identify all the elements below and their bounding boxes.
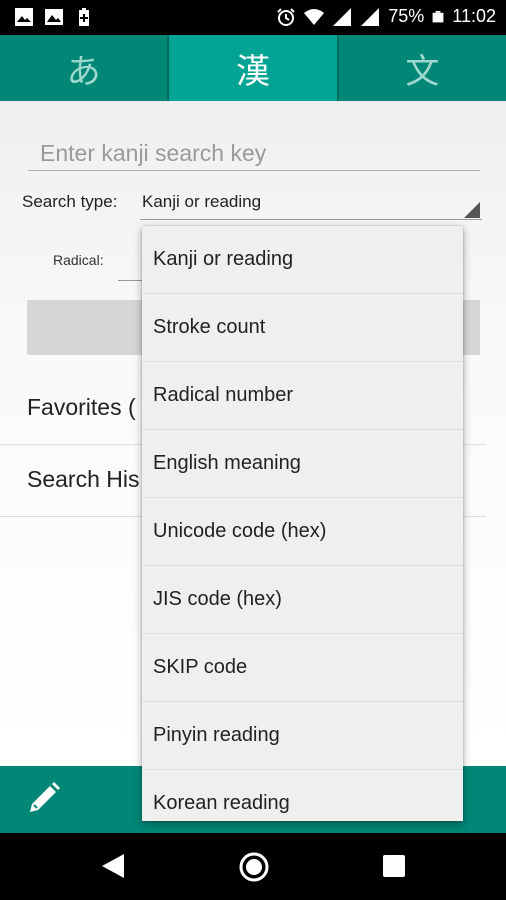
dropdown-option[interactable]: Unicode code (hex) bbox=[142, 498, 463, 566]
tab-bar: あ 漢 文 bbox=[0, 35, 506, 101]
wifi-icon bbox=[304, 8, 325, 25]
favorites-label: Favorites ( bbox=[27, 394, 136, 420]
status-bar: 75% 11:02 bbox=[0, 0, 506, 35]
spinner-underline bbox=[140, 219, 482, 220]
recent-apps-icon[interactable] bbox=[383, 855, 405, 877]
clock: 11:02 bbox=[452, 6, 496, 26]
photo-icon bbox=[15, 8, 33, 26]
dropdown-option[interactable]: Stroke count bbox=[142, 294, 463, 362]
radical-label: Radical: bbox=[53, 252, 104, 268]
search-history-label: Search His bbox=[27, 466, 140, 492]
dropdown-option[interactable]: Radical number bbox=[142, 362, 463, 430]
alarm-icon bbox=[277, 7, 295, 26]
dropdown-option[interactable]: SKIP code bbox=[142, 634, 463, 702]
signal-icon bbox=[333, 7, 352, 26]
back-icon[interactable] bbox=[100, 852, 126, 880]
battery-saver-icon bbox=[79, 8, 89, 26]
battery-percent: 75% bbox=[388, 6, 425, 26]
search-underline bbox=[28, 170, 480, 171]
radical-field[interactable] bbox=[118, 280, 142, 281]
signal-icon bbox=[361, 7, 380, 26]
search-type-dropdown: Kanji or reading Stroke count Radical nu… bbox=[142, 226, 463, 821]
battery-icon bbox=[432, 10, 444, 22]
dropdown-arrow-icon bbox=[464, 202, 480, 218]
tab-hiragana[interactable]: あ bbox=[0, 35, 167, 101]
tab-kanji[interactable]: 漢 bbox=[167, 35, 337, 101]
search-type-label: Search type: bbox=[22, 192, 118, 211]
search-type-spinner[interactable]: Kanji or reading bbox=[140, 188, 482, 220]
tab-sentence[interactable]: 文 bbox=[336, 35, 506, 101]
pencil-icon[interactable] bbox=[26, 780, 62, 816]
dropdown-option[interactable]: English meaning bbox=[142, 430, 463, 498]
search-type-value: Kanji or reading bbox=[142, 192, 262, 211]
dropdown-option[interactable]: Pinyin reading bbox=[142, 702, 463, 770]
dropdown-option[interactable]: Kanji or reading bbox=[142, 226, 463, 294]
image-icon bbox=[45, 9, 63, 25]
home-icon[interactable] bbox=[238, 851, 270, 883]
dropdown-option[interactable]: JIS code (hex) bbox=[142, 566, 463, 634]
search-input[interactable] bbox=[38, 132, 482, 174]
dropdown-option[interactable]: Korean reading bbox=[142, 770, 463, 821]
